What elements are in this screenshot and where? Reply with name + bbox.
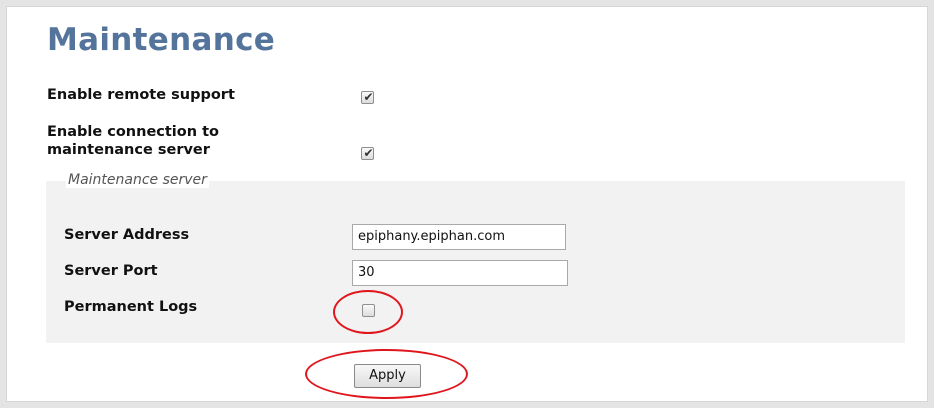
server-address-label: Server Address bbox=[64, 227, 190, 243]
window-edge-right bbox=[928, 0, 934, 408]
server-address-input[interactable]: epiphany.epiphan.com bbox=[352, 224, 566, 250]
server-port-label: Server Port bbox=[64, 263, 158, 279]
apply-button[interactable]: Apply bbox=[354, 364, 421, 388]
connection-label-line2: maintenance server bbox=[47, 142, 210, 158]
permanent-logs-checkbox[interactable] bbox=[362, 304, 375, 317]
page-title: Maintenance bbox=[47, 22, 276, 58]
checkmark-icon: ✔ bbox=[363, 146, 374, 160]
window-edge-bottom bbox=[0, 402, 934, 408]
remote-support-label: Enable remote support bbox=[47, 87, 235, 103]
maintenance-server-legend: Maintenance server bbox=[66, 172, 209, 188]
server-port-input[interactable]: 30 bbox=[352, 260, 568, 286]
checkmark-icon: ✔ bbox=[363, 90, 374, 104]
maintenance-connection-checkbox[interactable]: ✔ bbox=[361, 146, 374, 160]
connection-label-line1: Enable connection to bbox=[47, 124, 220, 140]
permanent-logs-label: Permanent Logs bbox=[64, 299, 198, 315]
remote-support-checkbox[interactable]: ✔ bbox=[361, 90, 374, 104]
